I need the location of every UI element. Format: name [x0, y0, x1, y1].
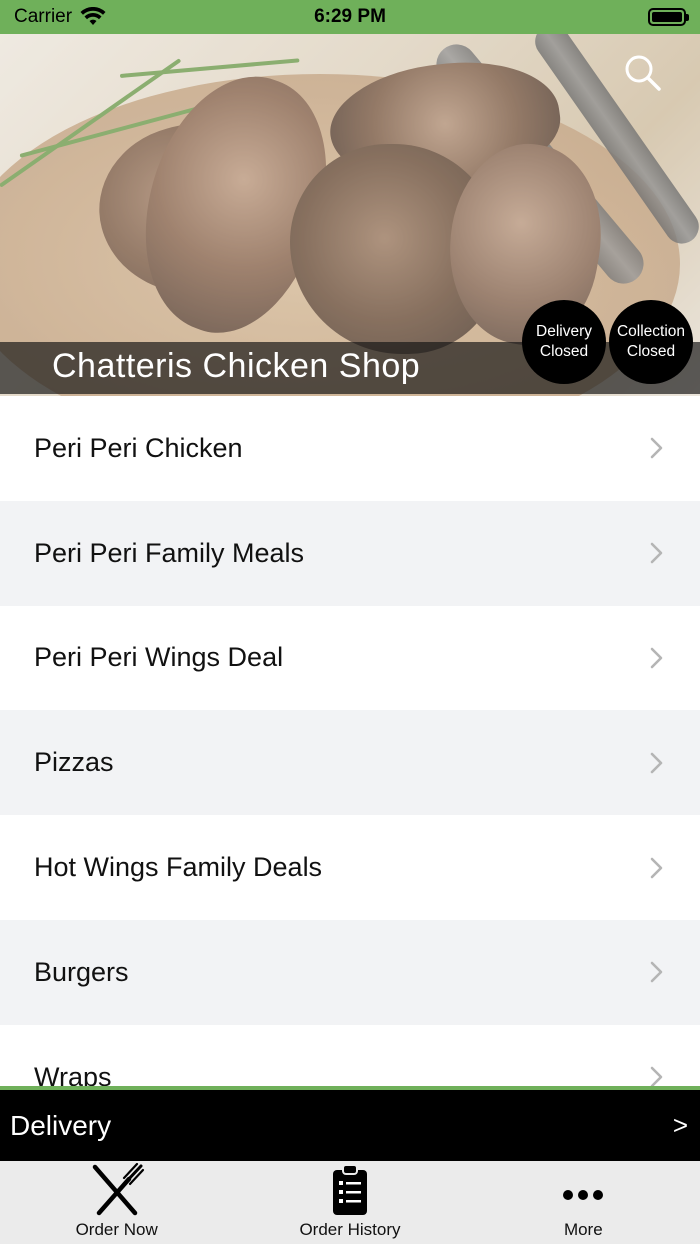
status-bar: Carrier 6:29 PM: [0, 0, 700, 34]
chevron-right-icon: [650, 1066, 663, 1088]
menu-category-row[interactable]: Hot Wings Family Deals: [0, 815, 700, 920]
menu-category-label: Peri Peri Family Meals: [34, 537, 305, 568]
order-mode-bar[interactable]: Delivery >: [0, 1090, 700, 1161]
menu-category-row[interactable]: Burgers: [0, 919, 700, 1025]
carrier-label: Carrier: [14, 6, 73, 27]
menu-category-label: Hot Wings Family Deals: [34, 852, 323, 883]
menu-category-row[interactable]: Peri Peri Wings Deal: [0, 605, 700, 711]
more-dots-icon: [563, 1190, 604, 1200]
delivery-status-badge: Delivery Closed: [522, 300, 606, 384]
collection-status-value: Closed: [626, 343, 676, 360]
battery-icon: [648, 8, 689, 26]
chevron-right-icon: [650, 857, 663, 878]
order-mode-arrow: >: [672, 1110, 688, 1140]
tab-order-history[interactable]: Order History: [250, 1162, 450, 1240]
order-mode-label: Delivery: [10, 1109, 112, 1141]
tab-label: Order Now: [75, 1220, 158, 1239]
tab-more[interactable]: More: [483, 1162, 683, 1240]
chevron-right-icon: [650, 438, 663, 459]
hero-banner: Chatteris Chicken Shop Delivery Closed C…: [0, 34, 700, 396]
status-left: Carrier: [14, 6, 106, 28]
menu-category-label: Peri Peri Wings Deal: [34, 642, 284, 673]
menu-category-row[interactable]: Wraps: [0, 1024, 700, 1088]
menu-category-row[interactable]: Pizzas: [0, 710, 700, 816]
collection-status-badge: Collection Closed: [609, 300, 693, 384]
menu-category-list: Peri Peri Chicken Peri Peri Family Meals…: [0, 396, 700, 1088]
tab-label: More: [563, 1220, 603, 1239]
tab-label: Order History: [299, 1220, 401, 1239]
menu-category-row[interactable]: Peri Peri Family Meals: [0, 500, 700, 606]
chevron-right-icon: [650, 962, 663, 983]
search-icon[interactable]: [622, 52, 662, 92]
clipboard-list-icon: [332, 1164, 367, 1215]
chevron-right-icon: [650, 647, 663, 669]
menu-category-label: Pizzas: [34, 747, 114, 778]
wifi-icon: [80, 7, 106, 25]
menu-category-row[interactable]: Peri Peri Chicken: [0, 396, 700, 501]
fork-knife-icon: [92, 1163, 144, 1216]
tab-bar: Order Now Order History More: [0, 1161, 700, 1244]
delivery-status-label: Delivery: [536, 323, 592, 340]
shop-title: Chatteris Chicken Shop: [52, 347, 421, 385]
menu-category-label: Wraps: [34, 1061, 112, 1088]
chevron-right-icon: [650, 542, 663, 564]
menu-category-label: Burgers: [34, 956, 129, 987]
chevron-right-icon: [650, 752, 663, 774]
delivery-status-value: Closed: [539, 343, 589, 360]
tab-order-now[interactable]: Order Now: [17, 1162, 217, 1240]
menu-category-label: Peri Peri Chicken: [34, 432, 243, 463]
collection-status-label: Collection: [616, 323, 686, 340]
